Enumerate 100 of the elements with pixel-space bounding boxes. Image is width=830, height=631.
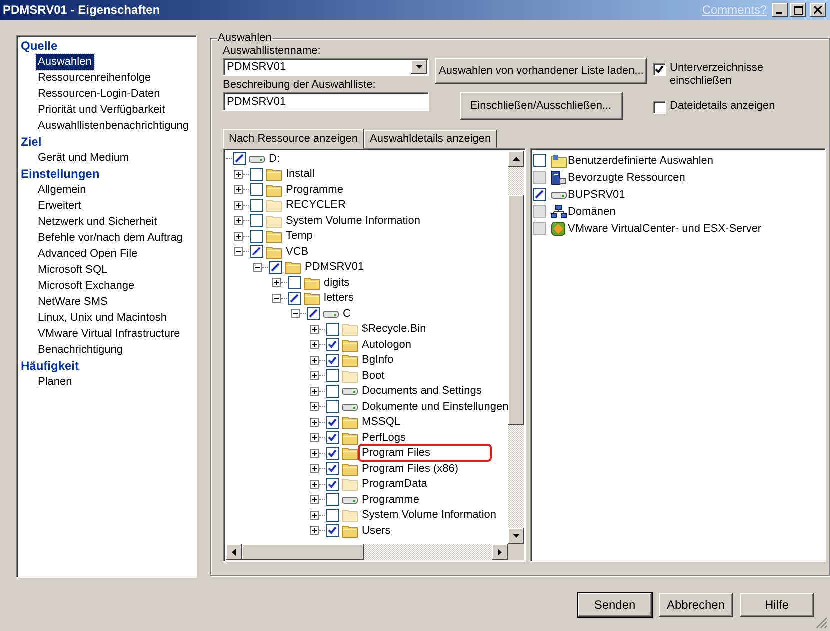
checkbox[interactable] — [533, 188, 546, 201]
sidebar-item[interactable]: Ressourcenreihenfolge — [36, 70, 154, 86]
tree-item[interactable]: $Recycle.Bin — [360, 322, 428, 336]
tree-item[interactable]: PDMSRV01 — [303, 260, 366, 274]
resource-item[interactable]: BUPSRV01 — [567, 188, 626, 202]
close-button[interactable] — [810, 3, 826, 17]
tree-item[interactable]: ProgramData — [360, 477, 430, 492]
scroll-left-button[interactable] — [226, 544, 242, 560]
tree-item[interactable]: Dokumente und Einstellungen — [360, 400, 508, 414]
tree-item[interactable]: Programme — [284, 182, 346, 197]
tab[interactable]: Nach Ressource anzeigen — [223, 129, 364, 149]
tree-item[interactable]: Program Files (x86) — [360, 462, 461, 476]
checkbox[interactable] — [326, 508, 339, 522]
combo-box[interactable]: PDMSRV01 — [223, 58, 429, 76]
collapse-toggle[interactable] — [234, 247, 243, 256]
expand-toggle[interactable] — [272, 278, 281, 288]
tree-item[interactable]: Documents and Settings — [360, 384, 484, 398]
tree-item[interactable]: BgInfo — [360, 353, 396, 368]
expand-toggle[interactable] — [310, 464, 319, 474]
sidebar-item[interactable]: Priorität und Verfügbarkeit — [36, 102, 168, 118]
checkbox[interactable] — [653, 63, 666, 76]
tree-item[interactable]: Boot — [360, 368, 387, 383]
scroll-down-button[interactable] — [508, 528, 524, 544]
checkbox[interactable] — [326, 431, 339, 444]
checkbox[interactable] — [326, 400, 339, 414]
dialog-button[interactable]: Abbrechen — [659, 592, 733, 616]
checkbox[interactable] — [653, 101, 666, 114]
expand-toggle[interactable] — [234, 200, 243, 210]
tree-item[interactable]: Users — [360, 524, 393, 538]
checkbox[interactable] — [288, 276, 301, 290]
expand-toggle[interactable] — [234, 170, 243, 179]
checkbox[interactable] — [326, 416, 339, 429]
dialog-button[interactable]: Senden — [578, 592, 652, 616]
sidebar-item[interactable]: Advanced Open File — [36, 246, 140, 262]
expand-toggle[interactable] — [310, 480, 319, 489]
expand-toggle[interactable] — [310, 418, 319, 427]
expand-toggle[interactable] — [310, 495, 319, 504]
expand-toggle[interactable] — [310, 526, 319, 536]
checkbox[interactable] — [326, 446, 339, 460]
scroll-right-button[interactable] — [492, 544, 508, 560]
tree-item[interactable]: letters — [322, 291, 356, 306]
checkbox[interactable] — [250, 214, 263, 228]
tree-item[interactable]: Programme — [360, 492, 422, 507]
collapse-toggle[interactable] — [291, 309, 300, 318]
resize-grip-icon[interactable] — [816, 617, 828, 629]
expand-toggle[interactable] — [310, 340, 319, 350]
maximize-button[interactable] — [790, 3, 806, 17]
expand-toggle[interactable] — [310, 433, 319, 442]
sidebar-item[interactable]: Benachrichtigung — [36, 342, 126, 358]
expand-toggle[interactable] — [310, 386, 319, 396]
checkbox[interactable] — [250, 183, 263, 196]
resource-item[interactable]: Benutzerdefinierte Auswahlen — [567, 154, 714, 168]
expand-toggle[interactable] — [310, 510, 319, 520]
checkbox[interactable] — [307, 307, 320, 320]
vertical-scrollbar[interactable] — [508, 151, 524, 544]
checkbox[interactable] — [250, 230, 263, 243]
checkbox[interactable] — [326, 462, 339, 476]
scroll-thumb[interactable] — [242, 544, 364, 560]
sidebar-item[interactable]: Microsoft SQL — [36, 262, 110, 278]
sidebar-item[interactable]: Befehle vor/nach dem Auftrag — [36, 230, 185, 246]
checkbox[interactable] — [326, 524, 339, 538]
tree-item[interactable]: VCB — [284, 244, 311, 259]
checkbox[interactable] — [269, 260, 282, 274]
sidebar-item[interactable]: Planen — [36, 374, 74, 390]
checkbox[interactable] — [533, 154, 546, 167]
expand-toggle[interactable] — [310, 371, 319, 380]
sidebar-item[interactable]: VMware Virtual Infrastructure — [36, 326, 182, 342]
tree-item[interactable]: PerfLogs — [360, 430, 408, 445]
tab[interactable]: Auswahldetails anzeigen — [364, 130, 498, 148]
tree-item[interactable]: Install — [284, 167, 317, 182]
expand-toggle[interactable] — [234, 185, 243, 194]
expand-toggle[interactable] — [234, 232, 243, 241]
checkbox[interactable] — [250, 245, 263, 258]
checkbox[interactable] — [326, 478, 339, 491]
tree-item[interactable]: digits — [322, 276, 352, 290]
checkbox[interactable] — [326, 322, 339, 336]
tree-item[interactable]: RECYCLER — [284, 198, 348, 212]
collapse-toggle[interactable] — [253, 262, 262, 272]
input-field[interactable]: PDMSRV01 — [223, 92, 429, 111]
tree-item[interactable]: Autologon — [360, 338, 414, 352]
scroll-up-button[interactable] — [508, 151, 524, 167]
collapse-toggle[interactable] — [272, 294, 281, 303]
expand-toggle[interactable] — [310, 356, 319, 365]
expand-toggle[interactable] — [310, 448, 319, 458]
scroll-thumb[interactable] — [508, 195, 524, 425]
sidebar-item[interactable]: Linux, Unix und Macintosh — [36, 310, 170, 326]
horizontal-scrollbar[interactable] — [226, 544, 524, 560]
checkbox[interactable] — [250, 198, 263, 212]
sidebar-item[interactable]: Gerät und Medium — [36, 150, 132, 166]
sidebar-item[interactable]: Auswahlen — [36, 54, 94, 70]
tree-item[interactable]: System Volume Information — [284, 214, 423, 228]
sidebar-item[interactable]: Netzwerk und Sicherheit — [36, 214, 160, 230]
tree-item[interactable]: D: — [267, 152, 282, 166]
tree-item[interactable]: System Volume Information — [360, 508, 499, 522]
tree-item[interactable]: MSSQL — [360, 415, 403, 430]
tree-item[interactable]: Program Files — [360, 446, 490, 460]
expand-toggle[interactable] — [234, 216, 243, 226]
dropdown-button[interactable] — [411, 60, 427, 74]
sidebar-item[interactable]: Erweitert — [36, 198, 84, 214]
checkbox[interactable] — [326, 493, 339, 506]
